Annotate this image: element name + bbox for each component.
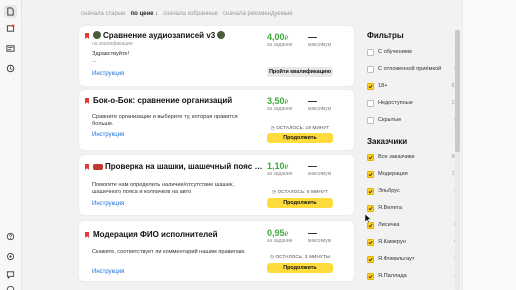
filter-option[interactable]: Недоступные13	[367, 98, 457, 108]
checkbox-checked[interactable]	[367, 153, 374, 161]
task-description: Здравствуйте!...	[92, 51, 130, 64]
bookmark-icon[interactable]	[85, 98, 89, 104]
bookmark-icon[interactable]	[85, 164, 89, 170]
price-label: за задание	[267, 42, 293, 48]
price-label: за задание	[267, 106, 293, 112]
filter-option[interactable]: 18+83	[367, 81, 457, 91]
requester-option[interactable]: Я.Камерун6	[367, 237, 457, 247]
checkbox-checked[interactable]	[367, 170, 374, 178]
sort-option-recommended[interactable]: сначала рекомендуемые	[223, 11, 293, 17]
checkbox-checked[interactable]	[367, 82, 374, 90]
requester-option[interactable]: Я.Велета7	[367, 203, 457, 213]
task-title[interactable]: Проверка на шашки, шашечный пояс и к...	[93, 162, 263, 171]
filter-option[interactable]: С обучением1	[367, 47, 457, 57]
continue-button[interactable]: Продолжить	[267, 263, 333, 273]
checkbox-checked[interactable]	[367, 272, 374, 280]
qualification-button[interactable]: Пройти квалификацию	[267, 67, 333, 77]
instruction-link[interactable]: Инструкция	[92, 269, 124, 275]
time-remaining: ◷ ОСТАЛОСЬ: 3 МИНУТЫ	[269, 254, 331, 259]
sort-option-oldest[interactable]: сначала старые	[81, 11, 126, 17]
task-card[interactable]: Проверка на шашки, шашечный пояс и к... …	[79, 155, 354, 215]
checkbox[interactable]	[367, 48, 374, 56]
requesters-title: Заказчики	[367, 137, 408, 146]
instruction-link[interactable]: Инструкция	[92, 71, 124, 77]
inbox-icon[interactable]	[4, 22, 17, 35]
requester-option[interactable]: Лисичка6	[367, 220, 457, 230]
filters-scrollbar[interactable]	[455, 30, 460, 290]
task-card[interactable]: Сравнение аудиозаписей v3 на квалификаци…	[79, 26, 354, 86]
max-label: максимум	[308, 106, 332, 112]
requester-option[interactable]: Все заказчики88	[367, 152, 457, 162]
left-rail	[0, 0, 22, 290]
checkbox[interactable]	[367, 116, 374, 124]
task-price: 1,10₽	[267, 161, 289, 171]
task-card[interactable]: Модерация ФИО исполнителей Скажите, соот…	[79, 221, 354, 281]
task-description: Сравните организации и выберите ту, кото…	[92, 114, 238, 127]
instruction-link[interactable]: Инструкция	[92, 201, 124, 207]
document-icon[interactable]	[4, 5, 17, 18]
soldier-emoji-icon	[217, 31, 226, 39]
instruction-link[interactable]: Инструкция	[92, 132, 124, 138]
soldier-emoji-icon	[93, 31, 101, 39]
continue-button[interactable]: Продолжить	[267, 133, 333, 143]
bookmark-icon[interactable]	[85, 232, 89, 238]
continue-button[interactable]: Продолжить	[267, 198, 333, 208]
task-price: 4,00₽	[267, 32, 289, 42]
sort-option-favorites[interactable]: сначала избранные	[163, 11, 218, 17]
history-icon[interactable]	[4, 62, 17, 75]
max-label: максимум	[308, 238, 332, 244]
requester-option[interactable]: Модерация11	[367, 169, 457, 179]
sort-option-price[interactable]: по цене ↓	[131, 11, 159, 17]
requester-option[interactable]: Эльбрус9	[367, 186, 457, 196]
checkbox[interactable]	[367, 99, 374, 107]
filter-option[interactable]: Скрытые8	[367, 115, 457, 125]
sort-bar: сначала старые по цене ↓ сначала избранн…	[81, 11, 293, 17]
task-price: 0,95₽	[267, 228, 289, 238]
settings-icon[interactable]	[4, 250, 17, 263]
task-title[interactable]: Сравнение аудиозаписей v3	[93, 31, 263, 40]
requester-option[interactable]: Я.Фомальгаут5	[367, 254, 457, 264]
help-icon[interactable]	[4, 230, 17, 243]
max-label: максимум	[308, 42, 332, 48]
task-description: Помогите нам определить наличие/отсутств…	[92, 182, 235, 195]
info-icon[interactable]	[4, 283, 17, 290]
task-description: Скажите, соответствует ли комментарий на…	[92, 249, 246, 255]
checkbox[interactable]	[367, 65, 374, 73]
task-title[interactable]: Модерация ФИО исполнителей	[93, 230, 263, 239]
scrollbar-thumb[interactable]	[455, 30, 460, 152]
task-max-value: —	[308, 228, 317, 238]
checkbox-checked[interactable]	[367, 204, 374, 212]
task-price: 3,50₽	[267, 96, 289, 106]
task-title[interactable]: Бок-о-Бок: сравнение организаций	[93, 96, 263, 105]
checkbox-checked[interactable]	[367, 187, 374, 195]
filters-title: Фильтры	[367, 31, 404, 40]
task-max-value: —	[308, 161, 317, 171]
mouse-cursor-icon	[365, 214, 371, 223]
task-max-value: —	[308, 96, 317, 106]
right-gutter	[462, 0, 516, 290]
task-card[interactable]: Бок-о-Бок: сравнение организаций Сравнит…	[79, 90, 354, 150]
filter-option[interactable]: С отложенной приёмкой9	[367, 64, 457, 74]
task-subtitle: на квалификации	[92, 41, 133, 47]
message-icon[interactable]	[4, 42, 17, 55]
car-emoji-icon	[93, 164, 103, 170]
bookmark-icon[interactable]	[85, 33, 89, 39]
checkbox-checked[interactable]	[367, 238, 374, 246]
task-max-value: —	[308, 32, 317, 42]
time-remaining: ◷ ОСТАЛОСЬ: 6 МИНУТ	[271, 189, 329, 194]
price-label: за задание	[267, 171, 293, 177]
checkbox-checked[interactable]	[367, 255, 374, 263]
price-label: за задание	[267, 238, 293, 244]
requester-option[interactable]: Я.Паллада4	[367, 271, 457, 281]
max-label: максимум	[308, 171, 332, 177]
time-remaining: ◷ ОСТАЛОСЬ: 19 МИНУТ	[270, 125, 330, 130]
chat-icon[interactable]	[4, 268, 17, 281]
